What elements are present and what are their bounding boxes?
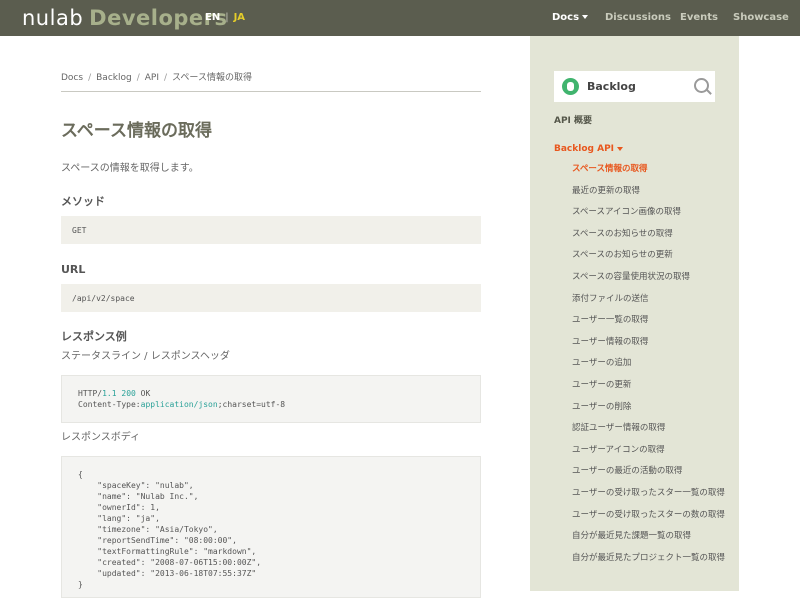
json-line: "textFormattingRule": "markdown", xyxy=(97,547,257,556)
sidebar-api-item[interactable]: 自分が最近見たプロジェクト一覧の取得 xyxy=(572,553,725,564)
page-description: スペースの情報を取得します。 xyxy=(61,163,199,174)
json-line: "ownerId": 1, xyxy=(97,503,160,512)
sidebar-item-api-overview[interactable]: API 概要 xyxy=(554,115,592,127)
sidebar-api-item[interactable]: ユーザーアイコンの取得 xyxy=(572,445,665,456)
sidebar-api-item[interactable]: 添付ファイルの送信 xyxy=(572,294,649,305)
status-line-heading: ステータスライン / レスポンスヘッダ xyxy=(61,351,230,362)
url-heading: URL xyxy=(61,263,86,276)
backlog-logo-icon xyxy=(562,78,579,95)
nav-events[interactable]: Events xyxy=(680,12,718,24)
json-line: "lang": "ja", xyxy=(97,514,160,523)
lang-ja-link[interactable]: JA xyxy=(234,12,245,23)
json-line: "spaceKey": "nulab", xyxy=(97,481,194,490)
sidebar-api-item[interactable]: ユーザーの受け取ったスターの数の取得 xyxy=(572,510,725,521)
sidebar-api-item[interactable]: ユーザーの削除 xyxy=(572,402,631,413)
sidebar-api-item[interactable]: スペースの容量使用状況の取得 xyxy=(572,272,690,283)
caret-down-icon xyxy=(582,15,589,19)
lang-en-link[interactable]: EN xyxy=(205,12,220,23)
json-line: "updated": "2013-06-18T07:55:37Z" xyxy=(97,569,257,578)
sidebar-api-item[interactable]: スペースアイコン画像の取得 xyxy=(572,207,681,218)
breadcrumb-backlog[interactable]: Backlog xyxy=(96,73,132,83)
sidebar-item-backlog-api[interactable]: Backlog API xyxy=(554,143,624,155)
response-header-code-block: HTTP/1.1 200 OK Content-Type:application… xyxy=(61,375,481,423)
method-code-block: GET xyxy=(61,216,481,244)
sidebar-api-item[interactable]: 認証ユーザー情報の取得 xyxy=(572,423,665,434)
response-body-json: { "spaceKey": "nulab", "name": "Nulab In… xyxy=(78,469,261,590)
sidebar-api-item[interactable]: スペース情報の取得 xyxy=(572,164,647,175)
sidebar-search-box[interactable]: Backlog xyxy=(554,71,715,102)
url-code-block: /api/v2/space xyxy=(61,284,481,312)
json-line: "timezone": "Asia/Tokyo", xyxy=(97,525,218,534)
nulab-developers-logo[interactable]: nulab Developers xyxy=(22,6,228,30)
nav-docs[interactable]: Docs xyxy=(552,12,589,24)
sidebar-api-item[interactable]: スペースのお知らせの更新 xyxy=(572,250,673,261)
json-line: } xyxy=(78,580,83,589)
sidebar-api-item[interactable]: ユーザーの追加 xyxy=(572,358,631,369)
nav-discussions[interactable]: Discussions xyxy=(605,12,671,24)
json-line: { xyxy=(78,470,83,479)
divider xyxy=(61,91,481,92)
page-title: スペース情報の取得 xyxy=(61,121,212,141)
sidebar-api-item[interactable]: 自分が最近見た課題一覧の取得 xyxy=(572,531,691,542)
caret-down-icon xyxy=(617,146,624,151)
sidebar-api-item[interactable]: スペースのお知らせの取得 xyxy=(572,229,673,240)
nav-showcase[interactable]: Showcase xyxy=(733,12,789,24)
sidebar-api-item[interactable]: ユーザーの更新 xyxy=(572,380,631,391)
sidebar-api-item[interactable]: 最近の更新の取得 xyxy=(572,186,640,197)
sidebar-api-item[interactable]: ユーザー一覧の取得 xyxy=(572,315,648,326)
json-line: "created": "2008-07-06T15:00:00Z", xyxy=(97,558,262,567)
response-body-code-block: { "spaceKey": "nulab", "name": "Nulab In… xyxy=(61,456,481,598)
response-example-heading: レスポンス例 xyxy=(61,330,127,343)
language-switcher: EN | JA xyxy=(205,12,246,23)
json-line: "reportSendTime": "08:00:00", xyxy=(97,536,237,545)
method-heading: メソッド xyxy=(61,195,105,208)
top-navigation-bar: nulab Developers EN | JA Docs Discussions E… xyxy=(0,0,800,36)
search-icon[interactable] xyxy=(694,78,709,93)
sidebar-api-item[interactable]: ユーザーの最近の活動の取得 xyxy=(572,466,682,477)
response-body-heading: レスポンスボディ xyxy=(61,432,141,443)
json-line: "name": "Nulab Inc.", xyxy=(97,492,199,501)
sidebar-product-label: Backlog xyxy=(587,80,636,93)
sidebar-api-item[interactable]: ユーザー情報の取得 xyxy=(572,337,648,348)
breadcrumb-api[interactable]: API xyxy=(145,73,159,83)
breadcrumb: Docs / Backlog / API / スペース情報の取得 xyxy=(61,73,252,83)
breadcrumb-current: スペース情報の取得 xyxy=(172,73,252,83)
sidebar-api-item[interactable]: ユーザーの受け取ったスター一覧の取得 xyxy=(572,488,725,499)
breadcrumb-docs[interactable]: Docs xyxy=(61,73,83,83)
